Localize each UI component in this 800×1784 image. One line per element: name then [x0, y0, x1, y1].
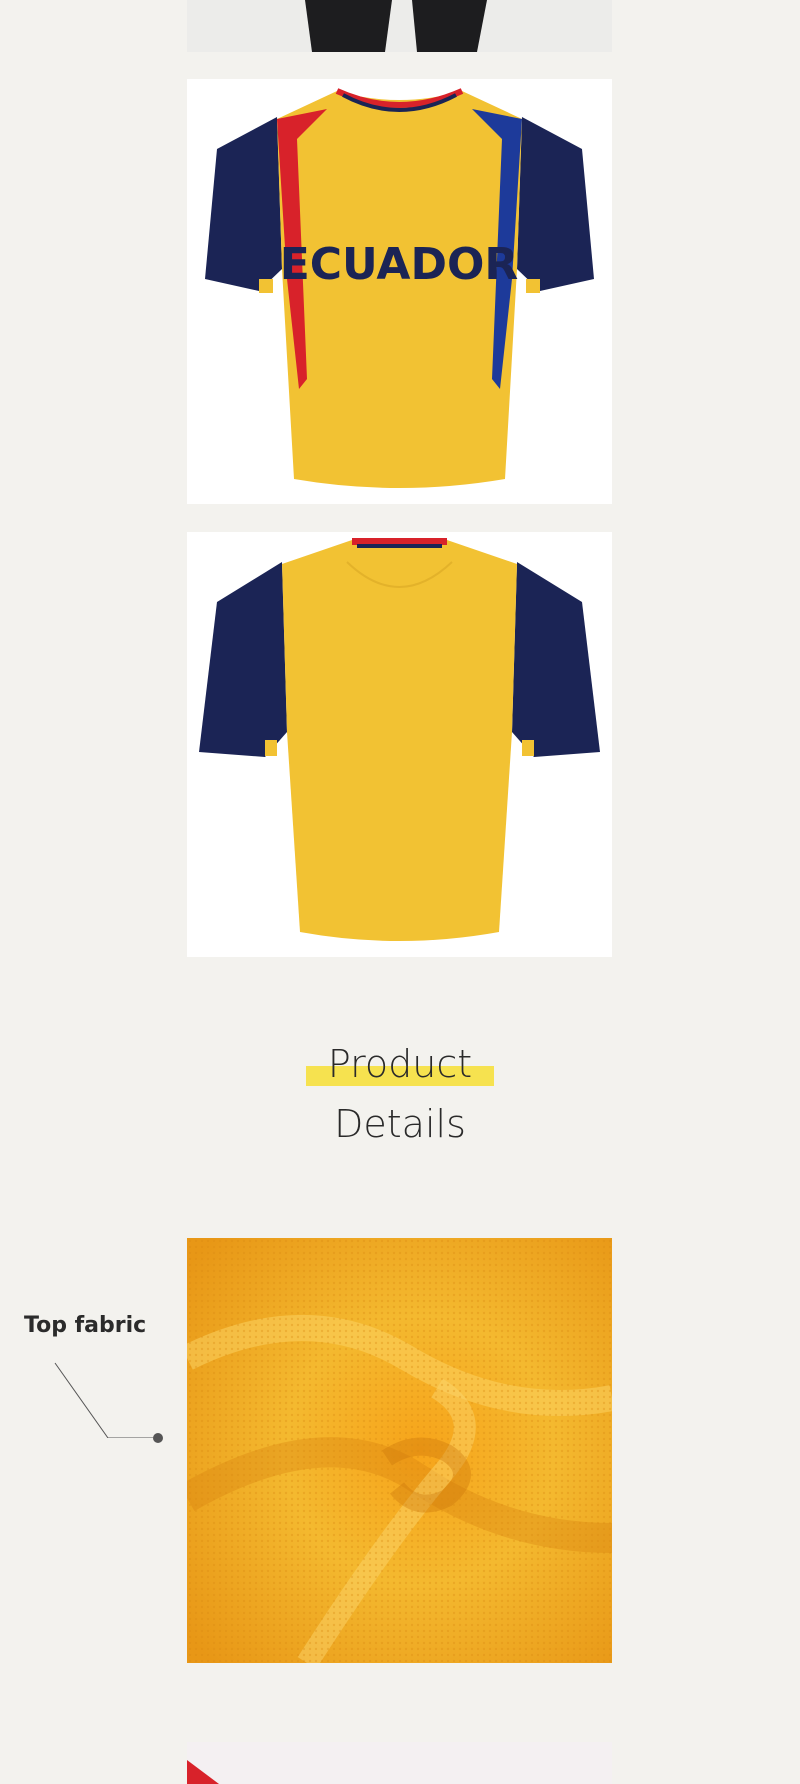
- pants-photo-crop: [187, 0, 612, 52]
- jersey-chest-text: ECUADOR: [280, 239, 519, 290]
- next-photo-crop: [187, 1742, 612, 1784]
- top-fabric-label: Top fabric: [24, 1313, 147, 1338]
- callout-pointer-line: [54, 1362, 158, 1438]
- jersey-front-photo: ECUADOR: [187, 79, 612, 504]
- callout-dot: [153, 1433, 163, 1443]
- section-title-line2: Details: [334, 1102, 466, 1146]
- product-text: Product: [327, 1042, 473, 1086]
- section-title: Product Details: [0, 1040, 800, 1148]
- mesh-fabric-photo: [187, 1238, 612, 1663]
- section-title-line1: Product: [305, 1040, 495, 1088]
- jersey-back-photo: [187, 532, 612, 957]
